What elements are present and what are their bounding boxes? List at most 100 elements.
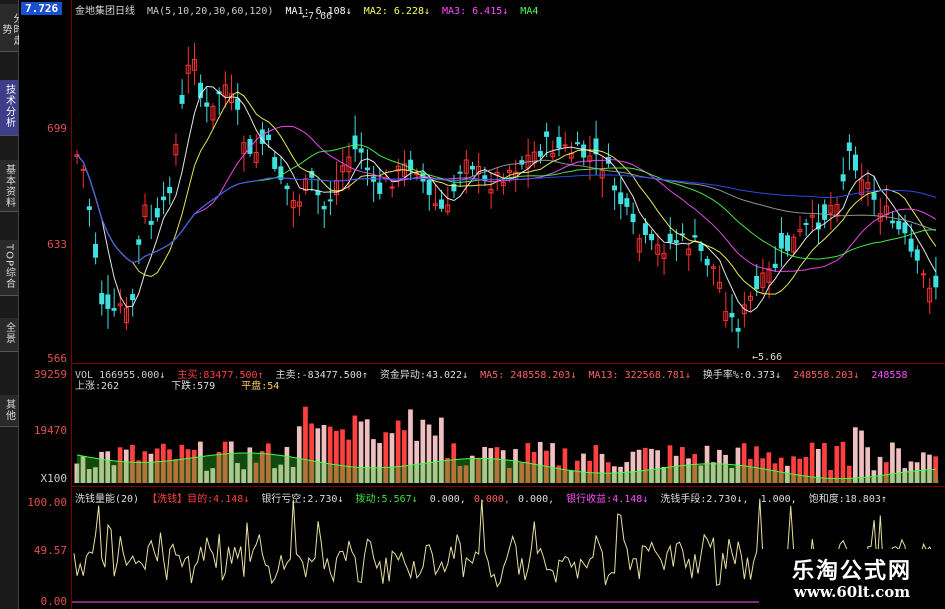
volume-bar [859, 430, 864, 483]
bank-income-label: 银行收益: [566, 494, 613, 505]
candle-body [148, 220, 154, 225]
volume-subheader: 上涨:262 下跌:579 平盘:54 [75, 377, 285, 392]
candle-body [426, 179, 432, 195]
candle-body [469, 165, 475, 170]
one-value: 1.000, [760, 494, 797, 505]
indicator-name[interactable]: 洗钱量能(20) [75, 494, 139, 505]
candle-body [266, 134, 272, 141]
candle-body [624, 198, 630, 207]
candle-body [272, 157, 278, 169]
candle-body [136, 239, 142, 245]
ma3-value: MA3: 6.415↓ [442, 6, 509, 17]
pane-divider [72, 363, 945, 364]
candle-body [154, 208, 160, 218]
low-value: 5.66 [758, 352, 783, 363]
candle-body [778, 233, 784, 249]
down-count: 下跌:579 [171, 381, 216, 392]
extra-value-1: 248558.203↓ [793, 370, 860, 381]
flat-count: 平盘:54 [241, 381, 280, 392]
ma2-value: MA2: 6.228↓ [363, 6, 430, 17]
candle-body [358, 148, 364, 153]
candle-body [389, 186, 395, 189]
tab-label: 基本资料 [3, 164, 15, 208]
vol-ma13: MA13: 322568.781↓ [588, 370, 691, 381]
high-value: 7.66 [308, 11, 333, 22]
candle-body [544, 131, 550, 137]
candle-body [803, 222, 809, 225]
candle-body [735, 328, 741, 332]
watermark: 乐淘公式网 www.60lt.com [759, 549, 945, 609]
candle-body [871, 192, 877, 200]
candle-body [364, 167, 370, 171]
candle-body [642, 223, 648, 235]
volume-bar [822, 443, 827, 483]
candle-body [574, 142, 580, 145]
current-price-badge: 7.726 [21, 2, 63, 15]
push-label: 拨动: [355, 494, 382, 505]
candle-body [235, 98, 241, 110]
pane-divider [72, 486, 945, 487]
volume-layer [74, 406, 939, 483]
saturation-label: 饱和度: [808, 494, 845, 505]
candle-body [896, 220, 902, 230]
candle-body [772, 263, 778, 268]
candle-body [105, 294, 111, 309]
volume-bar [834, 446, 840, 483]
chart-canvas[interactable] [72, 0, 945, 609]
candle-body [673, 240, 679, 244]
zero-value-c: 0.000, [518, 494, 555, 505]
tab-label: 全景 [3, 322, 15, 344]
volume-ma-area [76, 453, 939, 483]
candle-body [93, 243, 99, 258]
tab-label: 其他 [3, 399, 15, 421]
turnover-label: 换手率%: [702, 370, 745, 381]
vol-ma5: MA5: 248558.203↓ [480, 370, 577, 381]
candle-body [130, 294, 136, 301]
zero-value-a: 0.000, [429, 494, 466, 505]
candle-body [933, 275, 939, 288]
ma-line [76, 125, 937, 272]
low-annotation: ←5.66 [752, 352, 783, 363]
ma-line [76, 85, 937, 313]
candle-body [537, 151, 543, 157]
candle-body [86, 206, 92, 210]
push-value: 5.567↓ [381, 494, 418, 505]
watermark-url: www.60lt.com [793, 583, 911, 601]
axis-label-vol-top: 39259 [33, 368, 67, 381]
tab-top[interactable]: TOP综合 [0, 240, 18, 296]
tab-other[interactable]: 其他 [0, 395, 18, 427]
candle-body [914, 249, 920, 261]
tab-intraday[interactable]: 分时走势 [0, 4, 22, 52]
candle-body [692, 235, 698, 238]
candle-body [315, 190, 321, 196]
bank-income-value: 4.148↓ [612, 494, 649, 505]
candle-body [902, 222, 908, 234]
stock-name[interactable]: 金地集团 [75, 6, 115, 17]
candle-body [667, 233, 673, 243]
candle-body [556, 136, 562, 149]
turnover-value: 0.373↓ [744, 370, 782, 381]
axis-label-vol-mid: 19470 [33, 424, 67, 437]
candle-body [562, 144, 568, 147]
axis-label-633: 633 [47, 238, 67, 251]
axis-label-vol-unit: X100 [40, 472, 68, 485]
means-label: 洗钱手段: [660, 494, 707, 505]
price-axis: 7.726 699 633 566 39259 19470 X100 100.0… [19, 0, 72, 609]
tab-panorama[interactable]: 全景 [0, 318, 18, 352]
candle-body [179, 94, 185, 104]
candle-body [99, 293, 105, 305]
candle-body [377, 182, 383, 194]
bank-short-value: 2.730↓ [307, 494, 344, 505]
candle-body [612, 185, 618, 191]
target-label: 目的: [187, 494, 214, 505]
candle-body [111, 308, 117, 311]
candle-body [204, 102, 210, 107]
candle-body [890, 220, 896, 224]
candle-body [161, 196, 166, 201]
tab-fundamentals[interactable]: 基本资料 [0, 160, 18, 212]
main-sell-value: -83477.500↑ [301, 370, 368, 381]
indicator-header: 洗钱量能(20) 【洗钱】目的:4.148↓ 银行亏空:2.730↓ 拨动:5.… [75, 490, 893, 505]
period-label[interactable]: 日线 [115, 6, 135, 17]
candle-body [618, 192, 624, 205]
tab-technical[interactable]: 技术分析 [0, 80, 18, 136]
